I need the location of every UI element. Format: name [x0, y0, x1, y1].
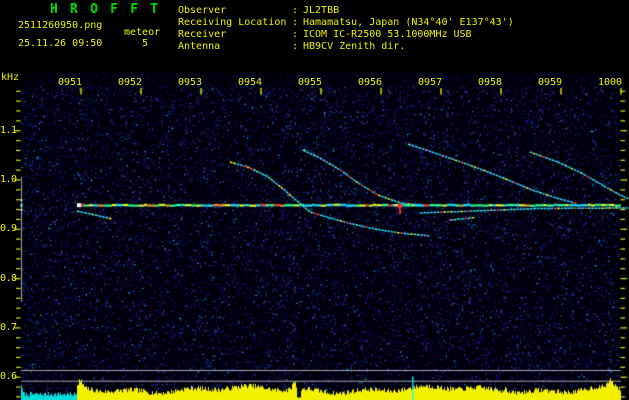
x-tick-label: 0952 — [118, 77, 143, 88]
x-tick-label: 1000 — [598, 77, 623, 88]
y-tick-label: 0.9 — [0, 223, 17, 234]
x-tick-label: 0959 — [538, 77, 563, 88]
y-tick-label: 1.0 — [0, 174, 17, 185]
info-label-antenna: Antenna — [178, 41, 221, 52]
x-tick-label: 0954 — [238, 77, 263, 88]
x-tick-label: 0955 — [298, 77, 323, 88]
app-title: H R O F F T — [50, 2, 161, 17]
y-tick-label: 0.7 — [0, 322, 17, 333]
info-separator: : — [292, 41, 299, 52]
spectrogram-canvas — [0, 0, 629, 400]
info-separator: : — [292, 5, 299, 16]
info-label-receiver: Receiver — [178, 29, 227, 40]
x-tick-label: 0956 — [358, 77, 383, 88]
x-tick-label: 0958 — [478, 77, 503, 88]
info-separator: : — [292, 29, 299, 40]
y-tick-label: 0.8 — [0, 273, 17, 284]
echo-count: 5 — [142, 38, 149, 49]
datetime-label: 25.11.26 09:50 — [18, 38, 103, 49]
info-separator: : — [292, 17, 299, 28]
x-tick-label: 0957 — [418, 77, 443, 88]
hrofft-output-image: H R O F F T 2511260950.png meteor 25.11.… — [0, 0, 629, 400]
output-filename: 2511260950.png — [18, 20, 103, 31]
info-value-observer: JL2TBB — [303, 5, 340, 16]
mode-label: meteor — [124, 27, 161, 38]
info-value-antenna: HB9CV Zenith dir. — [303, 41, 406, 52]
x-tick-label: 0951 — [58, 77, 83, 88]
y-tick-label: 0.6 — [0, 371, 17, 382]
y-tick-label: 1.1 — [0, 125, 17, 136]
info-value-receiver: ICOM IC-R2500 53.1000MHz USB — [303, 29, 472, 40]
x-tick-label: 0953 — [178, 77, 203, 88]
info-label-observer: Observer — [178, 5, 227, 16]
info-value-location: Hamamatsu, Japan (N34°40' E137°43') — [303, 17, 514, 28]
info-label-location: Receiving Location — [178, 17, 287, 28]
y-axis-unit-label: kHz — [1, 72, 20, 83]
